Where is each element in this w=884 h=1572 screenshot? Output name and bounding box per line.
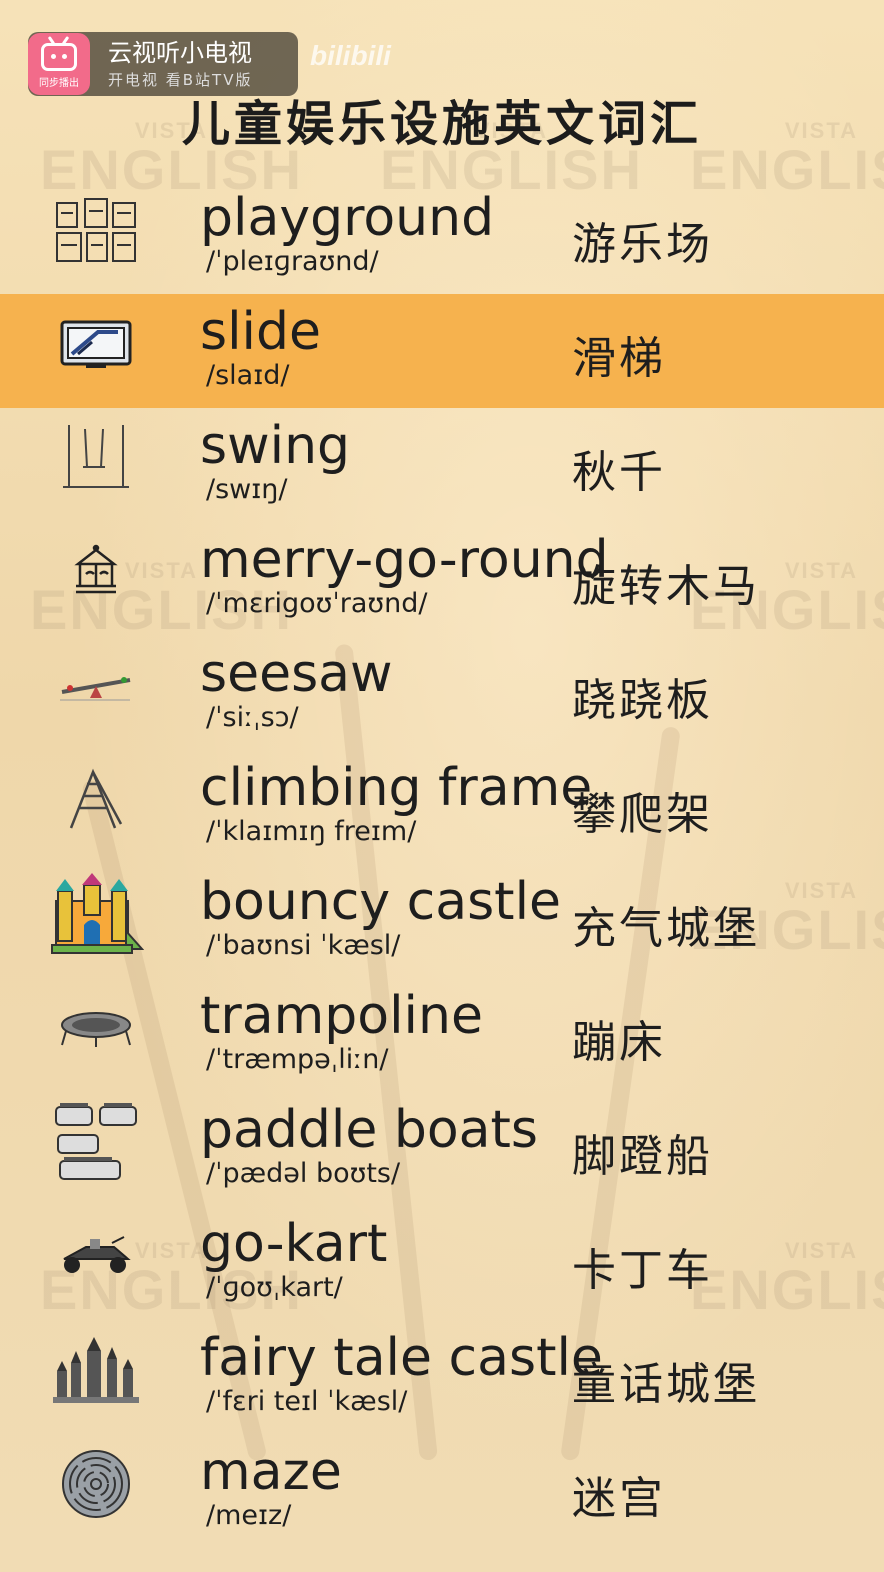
vocab-word: swing xyxy=(200,416,351,476)
vocab-word: go-kart xyxy=(200,1214,388,1274)
list-item: maze/meɪz/迷宫 xyxy=(0,1434,884,1548)
vocabulary-list: playground/ˈpleɪɡraʊnd/游乐场 slide/slaɪd/滑梯… xyxy=(0,180,884,1548)
playground-icon xyxy=(48,190,144,270)
slide-icon xyxy=(48,304,144,384)
vocab-word: trampoline xyxy=(200,986,483,1046)
list-item: slide/slaɪd/滑梯 xyxy=(0,294,884,408)
vocab-word: seesaw xyxy=(200,644,393,704)
vocab-chinese: 跷跷板 xyxy=(572,675,713,726)
climbing-frame-icon xyxy=(48,760,144,840)
vocab-phonetic: /ˈɡoʊˌkart/ xyxy=(206,1272,343,1303)
seesaw-icon xyxy=(48,646,144,726)
vocab-chinese: 滑梯 xyxy=(572,333,666,384)
vocab-word: playground xyxy=(200,188,495,248)
vocab-phonetic: /meɪz/ xyxy=(206,1500,292,1531)
carousel-icon xyxy=(48,532,144,612)
vocab-chinese: 迷宫 xyxy=(572,1473,666,1524)
vocab-phonetic: /swɪŋ/ xyxy=(206,474,288,505)
vocab-phonetic: /ˈtræmpəˌliːn/ xyxy=(206,1044,389,1075)
vocab-chinese: 童话城堡 xyxy=(572,1359,760,1410)
vocab-chinese: 充气城堡 xyxy=(572,903,760,954)
vocab-word: climbing frame xyxy=(200,758,593,818)
fairy-castle-icon xyxy=(48,1330,144,1410)
vocab-chinese: 攀爬架 xyxy=(572,789,713,840)
vocab-chinese: 蹦床 xyxy=(572,1017,666,1068)
page-title: 儿童娱乐设施英文词汇 xyxy=(181,96,702,152)
app-name: 云视听小电视 xyxy=(108,38,252,67)
list-item: climbing frame/ˈklaɪmɪŋ freɪm/攀爬架 xyxy=(0,750,884,864)
go-kart-icon xyxy=(48,1216,144,1296)
vocab-phonetic: /ˈpleɪɡraʊnd/ xyxy=(206,246,379,277)
vocab-phonetic: /ˈklaɪmɪŋ freɪm/ xyxy=(206,816,417,847)
vocab-chinese: 游乐场 xyxy=(572,219,713,270)
vocab-chinese: 秋千 xyxy=(572,447,666,498)
vocab-word: paddle boats xyxy=(200,1100,539,1160)
bilibili-watermark: bilibili xyxy=(310,40,391,71)
list-item: trampoline/ˈtræmpəˌliːn/蹦床 xyxy=(0,978,884,1092)
trampoline-icon xyxy=(48,988,144,1068)
vocab-chinese: 旋转木马 xyxy=(572,561,760,612)
list-item: swing/swɪŋ/秋千 xyxy=(0,408,884,522)
list-item: fairy tale castle/ˈfɛri teɪl ˈkæsl/童话城堡 xyxy=(0,1320,884,1434)
vocab-phonetic: /ˈfɛri teɪl ˈkæsl/ xyxy=(206,1386,408,1417)
list-item: bouncy castle/ˈbaʊnsi ˈkæsl/充气城堡 xyxy=(0,864,884,978)
vocab-word: maze xyxy=(200,1442,342,1502)
vocab-word: slide xyxy=(200,302,321,362)
vocab-word: merry-go-round xyxy=(200,530,609,590)
vocab-word: fairy tale castle xyxy=(200,1328,603,1388)
vocab-chinese: 脚蹬船 xyxy=(572,1131,713,1182)
vocab-phonetic: /slaɪd/ xyxy=(206,360,290,391)
paddle-boat-icon xyxy=(48,1102,144,1182)
list-item: go-kart/ˈɡoʊˌkart/卡丁车 xyxy=(0,1206,884,1320)
maze-icon xyxy=(48,1444,144,1524)
list-item: playground/ˈpleɪɡraʊnd/游乐场 xyxy=(0,180,884,294)
vocab-phonetic: /ˈpædəl boʊts/ xyxy=(206,1158,401,1189)
vocab-phonetic: /ˈsiːˌsɔ/ xyxy=(206,702,299,733)
vocab-phonetic: /ˈmɛrigoʊˈraʊnd/ xyxy=(206,588,428,619)
vocab-phonetic: /ˈbaʊnsi ˈkæsl/ xyxy=(206,930,401,961)
vocab-chinese: 卡丁车 xyxy=(572,1245,713,1296)
bouncy-castle-icon xyxy=(48,873,144,954)
list-item: seesaw/ˈsiːˌsɔ/跷跷板 xyxy=(0,636,884,750)
swing-icon xyxy=(48,418,144,498)
list-item: merry-go-round/ˈmɛrigoʊˈraʊnd/旋转木马 xyxy=(0,522,884,636)
list-item: paddle boats/ˈpædəl boʊts/脚蹬船 xyxy=(0,1092,884,1206)
vocab-word: bouncy castle xyxy=(200,872,562,932)
